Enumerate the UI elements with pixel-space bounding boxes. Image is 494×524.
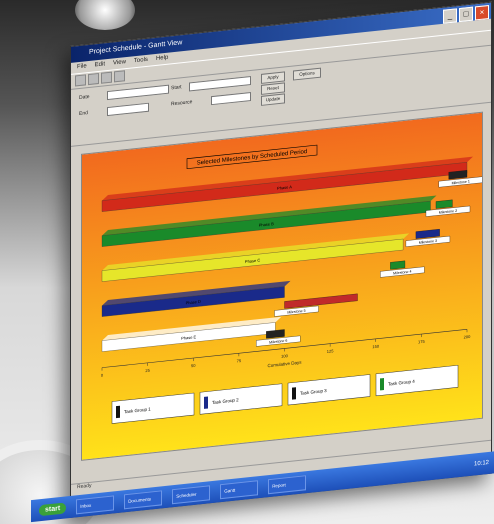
resource-input[interactable]	[211, 91, 251, 106]
gantt-chart: Selected Milestones by Scheduled Period P…	[81, 111, 483, 461]
x-tick-label: 175	[418, 339, 425, 345]
maximize-button[interactable]: □	[459, 6, 473, 23]
open-icon[interactable]	[88, 72, 99, 86]
x-tick-label: 125	[327, 348, 334, 354]
menu-file[interactable]: File	[77, 61, 87, 73]
taskbar-item[interactable]: Inbox	[76, 494, 115, 514]
menu-edit[interactable]: Edit	[95, 59, 105, 71]
update-button[interactable]: Update	[261, 93, 285, 106]
print-icon[interactable]	[114, 70, 125, 83]
legend-swatch	[380, 377, 384, 391]
start-button[interactable]: start	[39, 501, 67, 516]
x-tick-label: 150	[372, 343, 379, 349]
taskbar-item[interactable]: Gantt	[220, 479, 259, 499]
taskbar-clock: 10:12	[473, 459, 489, 468]
status-text: Ready	[77, 482, 92, 491]
menu-help[interactable]: Help	[156, 53, 168, 65]
end-label: End	[79, 110, 88, 118]
start-label: Start	[171, 84, 182, 92]
save-icon[interactable]	[101, 71, 112, 84]
legend-swatch	[204, 396, 208, 409]
legend-swatch	[292, 387, 296, 400]
x-tick-label: 25	[145, 368, 150, 374]
date-label: Date	[79, 93, 90, 102]
taskbar-item[interactable]: Scheduler	[172, 484, 211, 504]
screen-backdrop: Project Schedule - Gantt View _ □ × File…	[0, 0, 494, 524]
options-button[interactable]: Options	[293, 67, 321, 81]
x-tick-label: 100	[281, 353, 288, 359]
x-tick-label: 200	[464, 334, 471, 340]
menu-view[interactable]: View	[113, 57, 126, 69]
decorative-orb	[75, 0, 135, 30]
end-input[interactable]	[107, 102, 149, 117]
date-input[interactable]	[107, 84, 169, 101]
start-input[interactable]	[189, 75, 251, 92]
close-button[interactable]: ×	[475, 4, 489, 21]
x-tick-label: 75	[237, 358, 242, 364]
resource-label: Resource	[171, 99, 193, 108]
minimize-button[interactable]: _	[443, 8, 457, 24]
menu-tools[interactable]: Tools	[134, 55, 148, 67]
taskbar-item[interactable]: Report	[268, 474, 307, 494]
new-icon[interactable]	[75, 74, 86, 87]
x-tick-label: 50	[191, 363, 196, 369]
legend-swatch	[116, 405, 120, 419]
taskbar-item[interactable]: Documents	[124, 489, 163, 509]
app-window: Project Schedule - Gantt View _ □ × File…	[31, 1, 494, 523]
milestone-bar	[390, 260, 406, 270]
gantt-chart-svg: Selected Milestones by Scheduled PeriodP…	[82, 112, 482, 460]
